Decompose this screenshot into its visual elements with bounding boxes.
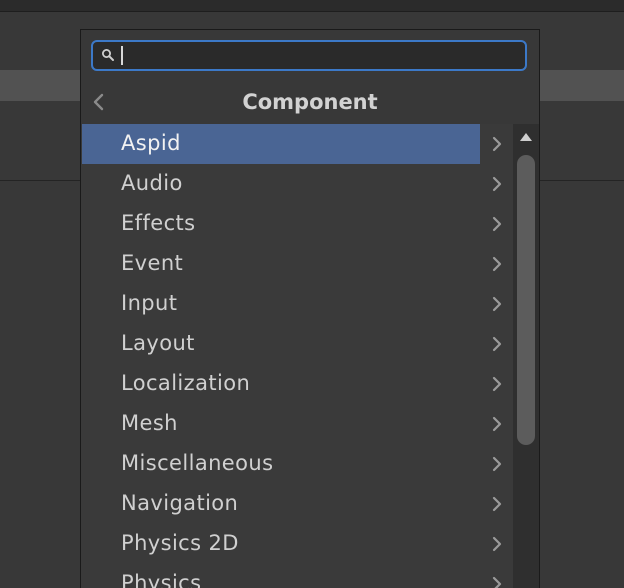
add-component-popup: Component Aspid Audio Effects Event Inpu… — [80, 29, 540, 588]
search-input[interactable] — [127, 44, 521, 69]
scrollbar-thumb[interactable] — [517, 155, 535, 445]
popup-title: Component — [242, 90, 378, 114]
list-item-label: Effects — [121, 211, 196, 235]
list-item-aspid[interactable]: Aspid — [82, 124, 512, 164]
list-item-label: Physics 2D — [121, 531, 239, 555]
toolbar-strip — [0, 0, 624, 12]
chevron-right-icon — [492, 456, 502, 472]
chevron-right-icon — [492, 536, 502, 552]
arrow-up-icon[interactable] — [519, 132, 533, 142]
chevron-right-icon — [492, 136, 502, 152]
chevron-right-icon — [492, 336, 502, 352]
list-item-audio[interactable]: Audio — [82, 164, 512, 204]
list-item-label: Miscellaneous — [121, 451, 274, 475]
text-caret — [121, 46, 123, 65]
popup-header: Component — [81, 82, 539, 122]
list-item-label: Aspid — [121, 131, 181, 155]
chevron-right-icon — [492, 256, 502, 272]
list-item-label: Physics — [121, 571, 202, 588]
chevron-right-icon — [492, 176, 502, 192]
list-item-miscellaneous[interactable]: Miscellaneous — [82, 444, 512, 484]
list-item-layout[interactable]: Layout — [82, 324, 512, 364]
list-item-label: Localization — [121, 371, 251, 395]
chevron-right-icon — [492, 576, 502, 588]
list-item-effects[interactable]: Effects — [82, 204, 512, 244]
list-item-label: Event — [121, 251, 184, 275]
list-item-physics[interactable]: Physics — [82, 564, 512, 588]
list-item-label: Mesh — [121, 411, 178, 435]
list-item-input[interactable]: Input — [82, 284, 512, 324]
list-item-label: Input — [121, 291, 178, 315]
list-item-label: Navigation — [121, 491, 239, 515]
chevron-right-icon — [492, 216, 502, 232]
list-item-localization[interactable]: Localization — [82, 364, 512, 404]
search-icon — [102, 49, 114, 61]
list-item-physics-2d[interactable]: Physics 2D — [82, 524, 512, 564]
component-category-list: Aspid Audio Effects Event Input Layout L… — [81, 124, 513, 588]
list-item-navigation[interactable]: Navigation — [82, 484, 512, 524]
search-field[interactable] — [91, 40, 527, 71]
list-item-label: Audio — [121, 171, 183, 195]
list-item-mesh[interactable]: Mesh — [82, 404, 512, 444]
chevron-right-icon — [492, 416, 502, 432]
editor-background: Component Aspid Audio Effects Event Inpu… — [0, 0, 624, 588]
list-item-event[interactable]: Event — [82, 244, 512, 284]
vertical-scrollbar[interactable] — [513, 124, 539, 588]
chevron-right-icon — [492, 376, 502, 392]
list-item-label: Layout — [121, 331, 195, 355]
chevron-right-icon — [492, 296, 502, 312]
chevron-right-icon — [492, 496, 502, 512]
